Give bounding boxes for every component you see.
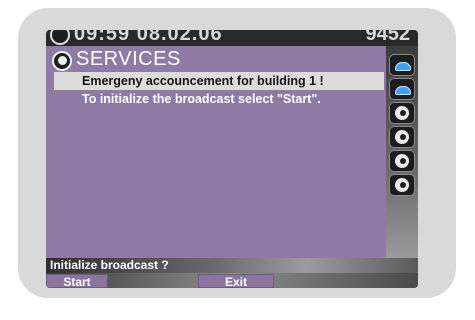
softkey-bar: Start Exit — [46, 273, 418, 288]
phone-icon — [395, 86, 411, 95]
message-line-1[interactable]: Emergeny accouncement for building 1 ! — [54, 72, 384, 90]
prompt-text: Initialize broadcast ? — [50, 258, 169, 272]
softkey-column — [386, 46, 418, 258]
globe-icon — [395, 178, 409, 192]
service-button-4[interactable] — [389, 174, 415, 196]
start-button[interactable]: Start — [46, 274, 108, 288]
services-panel: SERVICES Emergeny accouncement for build… — [46, 46, 386, 258]
status-datetime: 09:59 08.02.06 — [74, 30, 223, 45]
line-button-1[interactable] — [389, 54, 415, 76]
message-line-2[interactable]: To initialize the broadcast select "Star… — [54, 90, 384, 108]
prompt-bar: Initialize broadcast ? — [46, 258, 418, 273]
exit-button[interactable]: Exit — [198, 274, 274, 288]
status-bar: 09:59 08.02.06 9452 — [46, 30, 418, 46]
service-button-3[interactable] — [389, 150, 415, 172]
line-button-2[interactable] — [389, 78, 415, 100]
phone-screen: 09:59 08.02.06 9452 SERVICES Emergeny ac… — [46, 30, 418, 288]
globe-icon — [50, 30, 70, 45]
services-header: SERVICES — [46, 48, 386, 72]
service-button-1[interactable] — [389, 102, 415, 124]
globe-icon — [395, 106, 409, 120]
globe-icon — [52, 51, 72, 71]
globe-icon — [395, 154, 409, 168]
page-title: SERVICES — [76, 48, 181, 70]
service-button-2[interactable] — [389, 126, 415, 148]
status-extension: 9452 — [365, 30, 411, 45]
globe-icon — [395, 130, 409, 144]
phone-icon — [395, 62, 411, 71]
